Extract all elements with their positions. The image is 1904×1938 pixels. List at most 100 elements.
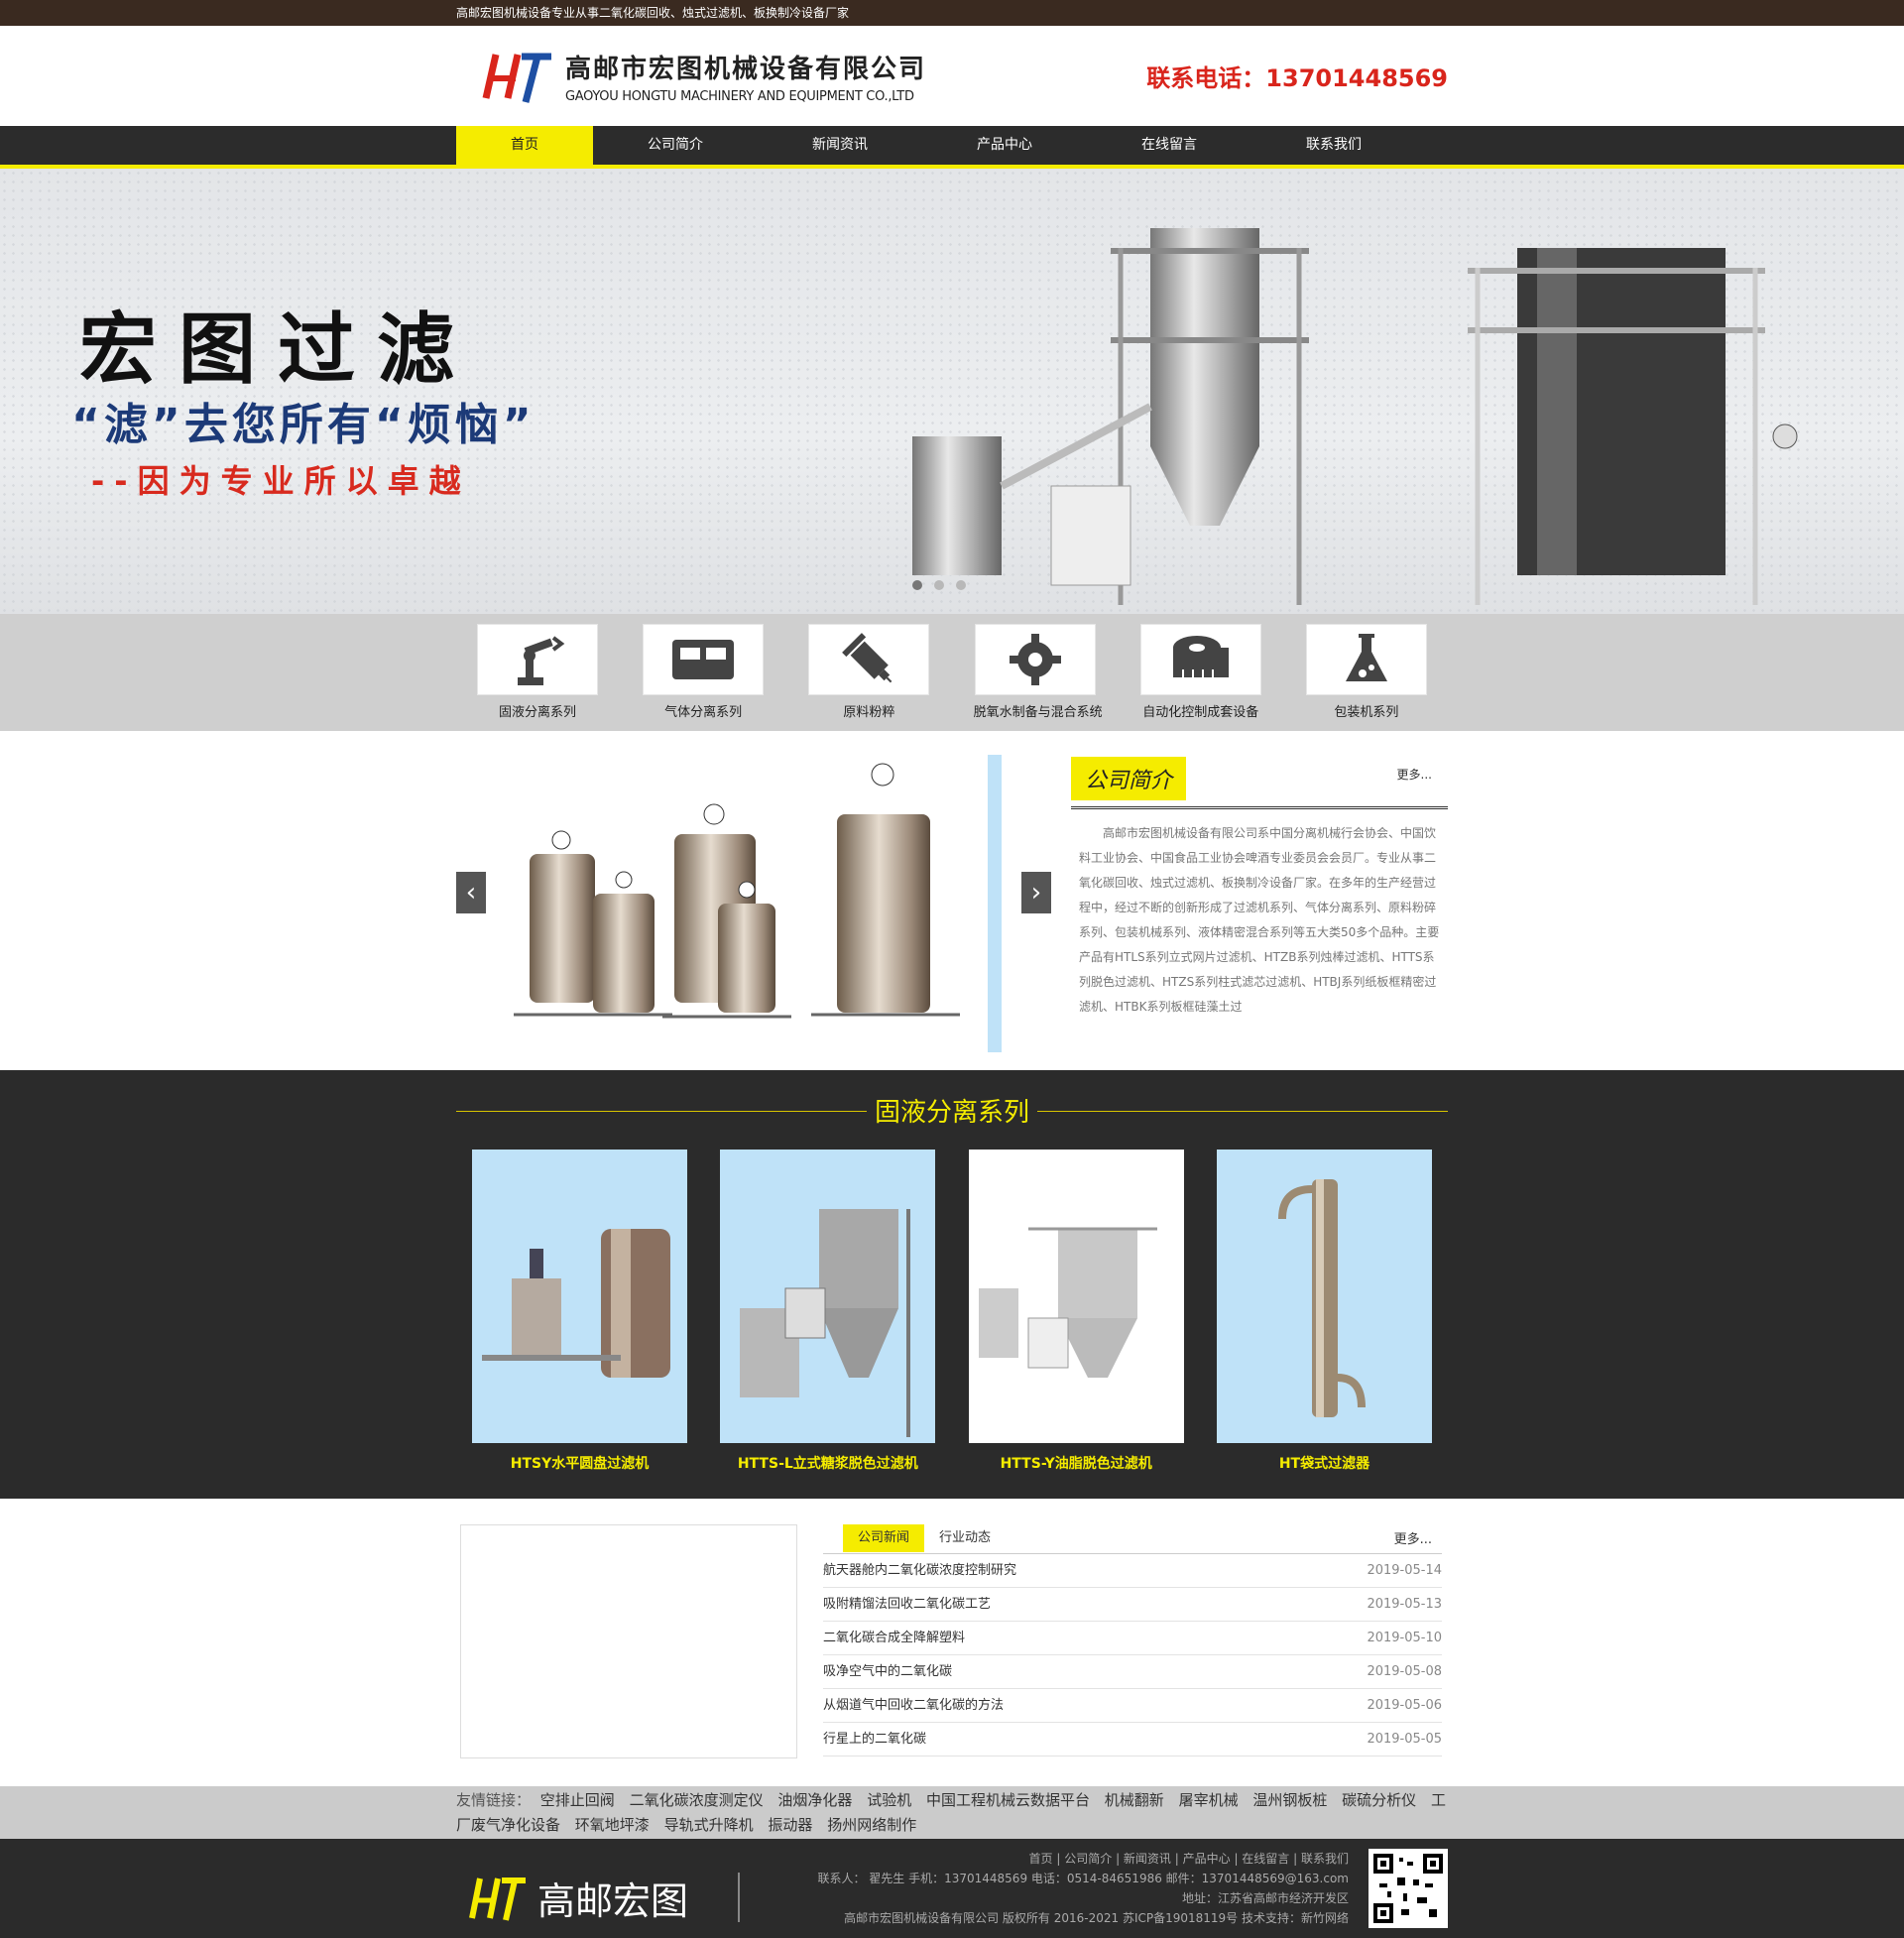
friend-link[interactable]: 导轨式升降机 (664, 1816, 754, 1834)
category-label: 脱氧水制备与混合系统 (973, 705, 1103, 720)
product-image (1277, 1179, 1366, 1417)
product-card[interactable]: HT袋式过滤器 (1216, 1150, 1432, 1473)
footer-nav-home[interactable]: 首页 (1029, 1852, 1053, 1866)
about-image (494, 755, 1002, 1052)
friend-link[interactable]: 油烟净化器 (777, 1791, 852, 1809)
category-label: 气体分离系列 (664, 705, 743, 720)
news-item[interactable]: 吸净空气中的二氧化碳 2019-05-08 (823, 1655, 1442, 1689)
slider-prev-button[interactable]: ‹ (456, 872, 486, 913)
top-bar-text: 高邮宏图机械设备专业从事二氧化碳回收、烛式过滤机、板换制冷设备厂家 (456, 6, 850, 20)
product-card[interactable]: HTTS-L立式糖浆脱色过滤机 (720, 1150, 936, 1473)
category-crushing[interactable]: 原料粉粹 (807, 624, 930, 720)
products-section: 固液分离系列 HTSY水平圆盘过滤机 HTTS-L立式糖浆脱色过滤机 HTTS-… (0, 1070, 1904, 1499)
footer-brand: 高邮宏图 (537, 1879, 689, 1923)
bed-icon (672, 640, 735, 679)
friend-link[interactable]: 中国工程机械云数据平台 (926, 1791, 1090, 1809)
banner-tagline: --因为专业所以卓越 (91, 462, 471, 500)
flask-icon (1345, 634, 1387, 681)
ht-logo-icon (482, 53, 551, 103)
tab-industry-news[interactable]: 行业动态 (924, 1524, 1006, 1552)
category-deoxygen[interactable]: 脱氧水制备与混合系统 (973, 624, 1103, 720)
friend-link[interactable]: 机械翻新 (1105, 1791, 1164, 1809)
news-date: 2019-05-13 (1367, 1597, 1442, 1612)
banner-dot-3[interactable] (956, 580, 966, 590)
nav-item-message[interactable]: 在线留言 (1087, 126, 1251, 165)
friend-link[interactable]: 碳硫分析仪 (1342, 1791, 1416, 1809)
category-packaging[interactable]: 包装机系列 (1305, 624, 1428, 720)
news-date: 2019-05-05 (1367, 1732, 1442, 1747)
nav-item-products[interactable]: 产品中心 (922, 126, 1087, 165)
banner-title: 宏图过滤 (79, 304, 477, 395)
category-label: 原料粉粹 (843, 705, 895, 720)
news-item[interactable]: 行星上的二氧化碳 2019-05-05 (823, 1723, 1442, 1756)
footer-nav-about[interactable]: 公司简介 (1064, 1852, 1112, 1866)
category-solid-liquid[interactable]: 固液分离系列 (476, 624, 599, 720)
nav-item-home[interactable]: 首页 (456, 126, 593, 165)
news-more-link[interactable]: 更多... (1394, 1528, 1432, 1547)
news-item[interactable]: 航天器舱内二氧化碳浓度控制研究 2019-05-14 (823, 1554, 1442, 1588)
nav-item-news[interactable]: 新闻资讯 (758, 126, 922, 165)
nav-item-contact[interactable]: 联系我们 (1251, 126, 1416, 165)
footer-nav-contact[interactable]: 联系我们 (1301, 1852, 1349, 1866)
banner-dot-1[interactable] (912, 580, 922, 590)
friend-link[interactable]: 环氧地坪漆 (575, 1816, 650, 1834)
friend-link[interactable]: 温州钢板桩 (1252, 1791, 1327, 1809)
footer-nav-message[interactable]: 在线留言 (1242, 1852, 1289, 1866)
gear-icon (1009, 634, 1061, 685)
product-image (482, 1229, 670, 1378)
friend-links: 友情链接： 空排止回阀 二氧化碳浓度测定仪 油烟净化器 试验机 中国工程机械云数… (0, 1786, 1904, 1839)
product-name: HTSY水平圆盘过滤机 (510, 1456, 650, 1472)
news-title: 从烟道气中回收二氧化碳的方法 (823, 1698, 1005, 1713)
header: 高邮市宏图机械设备有限公司 GAOYOU HONGTU MACHINERY AN… (0, 26, 1904, 126)
category-gas[interactable]: 气体分离系列 (642, 624, 765, 720)
product-card[interactable]: HTTS-Y油脂脱色过滤机 (968, 1150, 1184, 1473)
top-bar: 高邮宏图机械设备专业从事二氧化碳回收、烛式过滤机、板换制冷设备厂家 (0, 0, 1904, 26)
friend-link[interactable]: 空排止回阀 (540, 1791, 615, 1809)
hero-banner[interactable]: 宏图过滤 “滤”去您所有“烦恼” --因为专业所以卓越 (0, 169, 1904, 614)
friend-link[interactable]: 扬州网络制作 (827, 1816, 916, 1834)
qr-code (1368, 1849, 1448, 1928)
footer-copyright: 高邮市宏图机械设备有限公司 版权所有 2016-2021 苏ICP备190181… (844, 1911, 1349, 1925)
robot-arm-icon (518, 636, 565, 685)
news-item[interactable]: 从烟道气中回收二氧化碳的方法 2019-05-06 (823, 1689, 1442, 1723)
category-label: 包装机系列 (1334, 705, 1399, 720)
nav-item-about[interactable]: 公司简介 (593, 126, 758, 165)
news-date: 2019-05-06 (1367, 1698, 1442, 1713)
footer-nav: 首页 | 公司简介 | 新闻资讯 | 产品中心 | 在线留言 | 联系我们 (1028, 1852, 1349, 1866)
main-nav: 首页 公司简介 新闻资讯 产品中心 在线留言 联系我们 (0, 126, 1904, 169)
news-date: 2019-05-10 (1367, 1631, 1442, 1645)
friend-link[interactable]: 二氧化碳浓度测定仪 (630, 1791, 764, 1809)
tape-measure-icon (1172, 636, 1229, 677)
friend-link[interactable]: 振动器 (768, 1816, 812, 1834)
news-list: 公司新闻 行业动态 更多... 航天器舱内二氧化碳浓度控制研究 2019-05-1… (823, 1522, 1442, 1756)
banner-dot-2[interactable] (934, 580, 944, 590)
product-image (978, 1227, 1157, 1378)
news-date: 2019-05-08 (1367, 1664, 1442, 1679)
company-logo[interactable]: 高邮市宏图机械设备有限公司 GAOYOU HONGTU MACHINERY AN… (482, 49, 926, 104)
footer-info: 首页 | 公司简介 | 新闻资讯 | 产品中心 | 在线留言 | 联系我们 联系… (817, 1849, 1349, 1928)
about-image-slider[interactable]: ‹ › (456, 755, 1051, 1052)
friend-link[interactable]: 试验机 (867, 1791, 911, 1809)
tab-company-news[interactable]: 公司新闻 (843, 1523, 925, 1552)
category-label: 固液分离系列 (498, 705, 576, 720)
banner-pagination (912, 580, 966, 590)
footer-nav-products[interactable]: 产品中心 (1183, 1852, 1231, 1866)
footer: 高邮宏图 首页 | 公司简介 | 新闻资讯 | 产品中心 | 在线留言 | 联系… (0, 1839, 1904, 1938)
filter-tanks-image (514, 763, 960, 1019)
category-automation[interactable]: 自动化控制成套设备 (1139, 624, 1262, 720)
footer-logo[interactable]: 高邮宏图 (468, 1871, 688, 1925)
product-name: HTTS-Y油脂脱色过滤机 (1000, 1456, 1152, 1472)
friend-link[interactable]: 屠宰机械 (1179, 1791, 1239, 1809)
company-name-en: GAOYOU HONGTU MACHINERY AND EQUIPMENT CO… (565, 88, 914, 104)
news-item[interactable]: 二氧化碳合成全降解塑料 2019-05-10 (823, 1622, 1442, 1655)
slider-next-button[interactable]: › (1021, 872, 1051, 913)
news-item[interactable]: 吸附精馏法回收二氧化碳工艺 2019-05-13 (823, 1588, 1442, 1622)
category-label: 自动化控制成套设备 (1142, 705, 1259, 720)
about-more-link[interactable]: 更多... (1397, 766, 1432, 783)
news-title: 吸附精馏法回收二氧化碳工艺 (823, 1597, 992, 1612)
footer-nav-news[interactable]: 新闻资讯 (1124, 1852, 1171, 1866)
footer-divider (738, 1873, 740, 1922)
product-card[interactable]: HTSY水平圆盘过滤机 (472, 1150, 687, 1473)
about-section: ‹ › 公司简介 更多... 高邮市宏图机械设备有限公司系中国分离机械行会协会、… (0, 731, 1904, 1070)
footer-address: 地址：江苏省高邮市经济开发区 (1181, 1891, 1349, 1905)
